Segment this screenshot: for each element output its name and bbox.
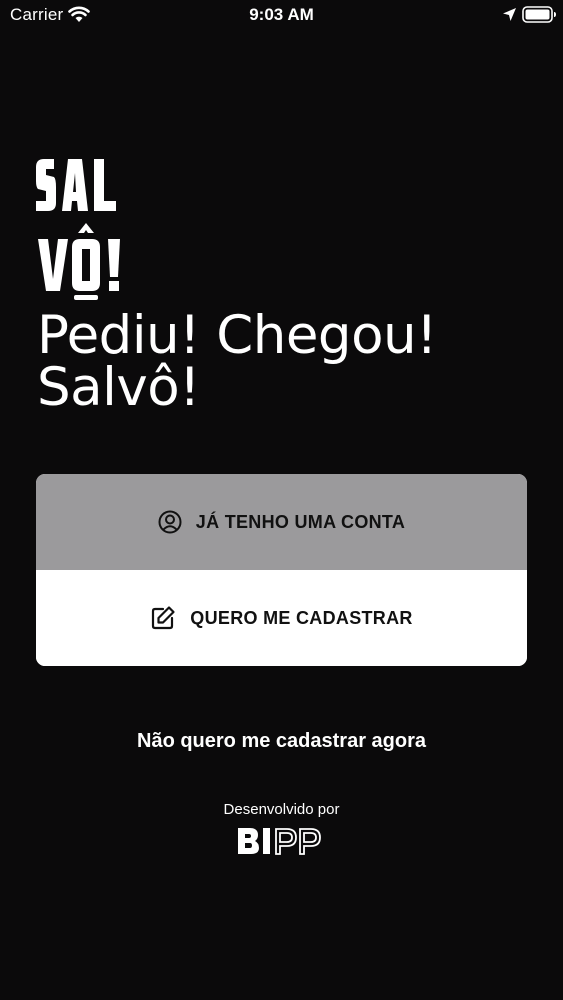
tagline-line-1: Pediu! Chegou! [37, 305, 437, 366]
auth-button-group: JÁ TENHO UMA CONTA QUERO ME CADASTRAR [36, 474, 527, 666]
status-time: 9:03 AM [249, 5, 314, 24]
logo-exclamation [108, 239, 120, 277]
bipp-logo [238, 828, 321, 855]
signup-button-label: QUERO ME CADASTRAR [190, 607, 413, 628]
status-bar: Carrier 9:03 AM [0, 0, 563, 30]
logo-circumflex [78, 223, 94, 233]
salvo-logo [36, 159, 120, 300]
signup-button[interactable]: QUERO ME CADASTRAR [36, 570, 527, 666]
location-arrow-icon [503, 8, 516, 21]
logo-letter-s [36, 159, 56, 211]
logo-letter-o [72, 239, 100, 291]
logo-letter-a [62, 159, 88, 211]
bipp-letter-p1 [275, 828, 297, 855]
user-circle-icon [158, 510, 182, 534]
edit-icon [152, 606, 175, 630]
skip-signup-link[interactable]: Não quero me cadastrar agora [0, 730, 563, 753]
login-button-label: JÁ TENHO UMA CONTA [195, 511, 406, 532]
bipp-letter-b [238, 828, 259, 854]
tagline-line-2: Salvô! [37, 357, 200, 418]
logo-letter-v [38, 239, 68, 291]
battery-icon [522, 6, 556, 23]
login-button[interactable]: JÁ TENHO UMA CONTA [36, 474, 527, 570]
bipp-letter-p2 [299, 828, 321, 855]
developed-by-label: Desenvolvido por [223, 801, 340, 818]
logo-letter-l [94, 159, 116, 211]
logo-underline [74, 295, 98, 300]
bipp-letter-i [263, 828, 270, 854]
tagline: Pediu! Chegou! Salvô! [37, 305, 537, 418]
